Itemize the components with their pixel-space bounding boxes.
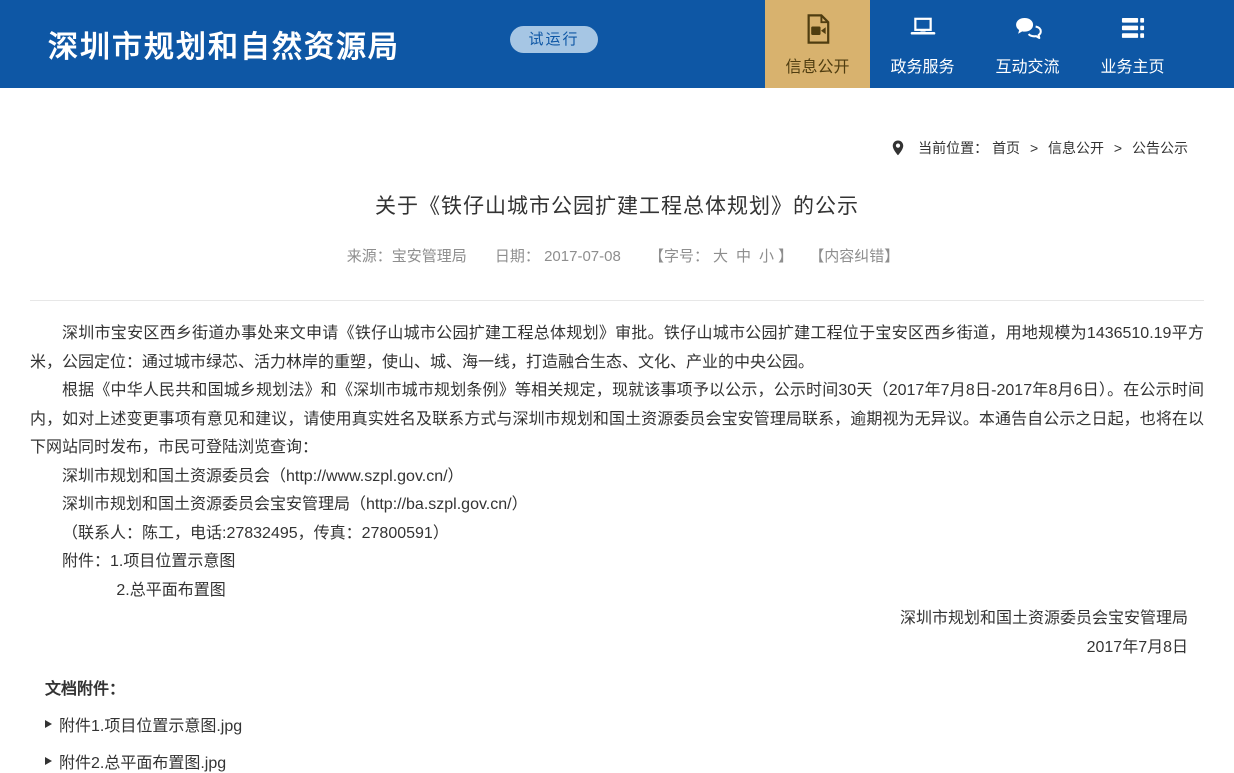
breadcrumb-info-disclosure-link[interactable]: 信息公开 (1048, 140, 1104, 156)
breadcrumb-separator: > (1030, 140, 1038, 156)
website-line-szpl: 深圳市规划和国土资源委员会（http://www.szpl.gov.cn/） (30, 463, 1204, 492)
site-title[interactable]: 深圳市规划和自然资源局 (48, 22, 400, 66)
font-size-large-button[interactable]: 大 (713, 248, 728, 265)
font-size-medium-button[interactable]: 中 (736, 248, 751, 265)
paragraph-intro: 深圳市宝安区西乡街道办事处来文申请《铁仔山城市公园扩建工程总体规划》审批。铁仔山… (30, 320, 1204, 377)
nav-tab-label: 信息公开 (785, 53, 849, 77)
breadcrumb-label: 当前位置： (918, 140, 988, 156)
article-body: 深圳市宝安区西乡街道办事处来文申请《铁仔山城市公园扩建工程总体规划》审批。铁仔山… (30, 320, 1204, 662)
nav-tab-business-home[interactable]: 业务主页 (1080, 0, 1185, 88)
signature-date: 2017年7月8日 (30, 634, 1188, 663)
main-nav: 信息公开 政务服务 互动交流 (765, 0, 1185, 88)
site-header: 深圳市规划和自然资源局 试运行 信息公开 政务服务 (0, 0, 1234, 88)
content-correction-button[interactable]: 【内容纠错】 (809, 248, 899, 265)
font-size-control: 【字号：大中小】 (649, 248, 793, 265)
nav-tab-label: 互动交流 (995, 53, 1059, 77)
breadcrumb-home-link[interactable]: 首页 (992, 140, 1020, 156)
triangle-bullet-icon (45, 720, 52, 728)
breadcrumb: 当前位置： 首页 > 信息公开 > 公告公示 (30, 138, 1204, 159)
location-pin-icon (892, 140, 904, 159)
breadcrumb-separator: > (1114, 140, 1122, 156)
trial-badge: 试运行 (510, 26, 598, 53)
meta-source: 来源：宝安管理局 (347, 248, 467, 265)
signature-org: 深圳市规划和国土资源委员会宝安管理局 (30, 605, 1188, 634)
server-icon (1116, 12, 1150, 46)
annex-line-1: 附件：1.项目位置示意图 (30, 548, 1204, 577)
attachment-filename: 附件1.项目位置示意图.jpg (59, 712, 242, 736)
chat-icon (1011, 12, 1045, 46)
nav-tab-interaction[interactable]: 互动交流 (975, 0, 1080, 88)
attachment-link-2[interactable]: 附件2.总平面布置图.jpg (45, 749, 1204, 773)
attachments-section: 文档附件： 附件1.项目位置示意图.jpg 附件2.总平面布置图.jpg (45, 675, 1204, 773)
nav-tab-government-services[interactable]: 政务服务 (870, 0, 975, 88)
signature-block: 深圳市规划和国土资源委员会宝安管理局 2017年7月8日 (30, 605, 1204, 662)
annex-line-2: 2.总平面布置图 (30, 577, 1204, 606)
laptop-icon (906, 12, 940, 46)
website-line-baoan: 深圳市规划和国土资源委员会宝安管理局（http://ba.szpl.gov.cn… (30, 491, 1204, 520)
attachments-heading: 文档附件： (45, 675, 1204, 699)
page-content: 当前位置： 首页 > 信息公开 > 公告公示 关于《铁仔山城市公园扩建工程总体规… (0, 138, 1234, 773)
nav-tab-label: 政务服务 (890, 53, 954, 77)
triangle-bullet-icon (45, 757, 52, 765)
paragraph-notice: 根据《中华人民共和国城乡规划法》和《深圳市城市规划条例》等相关规定，现就该事项予… (30, 377, 1204, 463)
attachment-link-1[interactable]: 附件1.项目位置示意图.jpg (45, 712, 1204, 736)
news-doc-icon (801, 12, 835, 46)
meta-date: 日期： 2017-07-08 (495, 248, 621, 265)
font-size-suffix: 】 (778, 248, 793, 265)
nav-tab-label: 业务主页 (1100, 53, 1164, 77)
font-size-small-button[interactable]: 小 (759, 248, 774, 265)
content-divider (30, 300, 1204, 301)
attachment-filename: 附件2.总平面布置图.jpg (59, 749, 226, 773)
font-size-prefix: 【字号： (649, 248, 709, 265)
contact-line: （联系人：陈工，电话:27832495，传真：27800591） (30, 520, 1204, 549)
nav-tab-info-disclosure[interactable]: 信息公开 (765, 0, 870, 88)
page-title: 关于《铁仔山城市公园扩建工程总体规划》的公示 (30, 190, 1204, 220)
article-meta: 来源：宝安管理局 日期： 2017-07-08 【字号：大中小】 【内容纠错】 (30, 245, 1204, 266)
breadcrumb-notice-link[interactable]: 公告公示 (1132, 140, 1188, 156)
